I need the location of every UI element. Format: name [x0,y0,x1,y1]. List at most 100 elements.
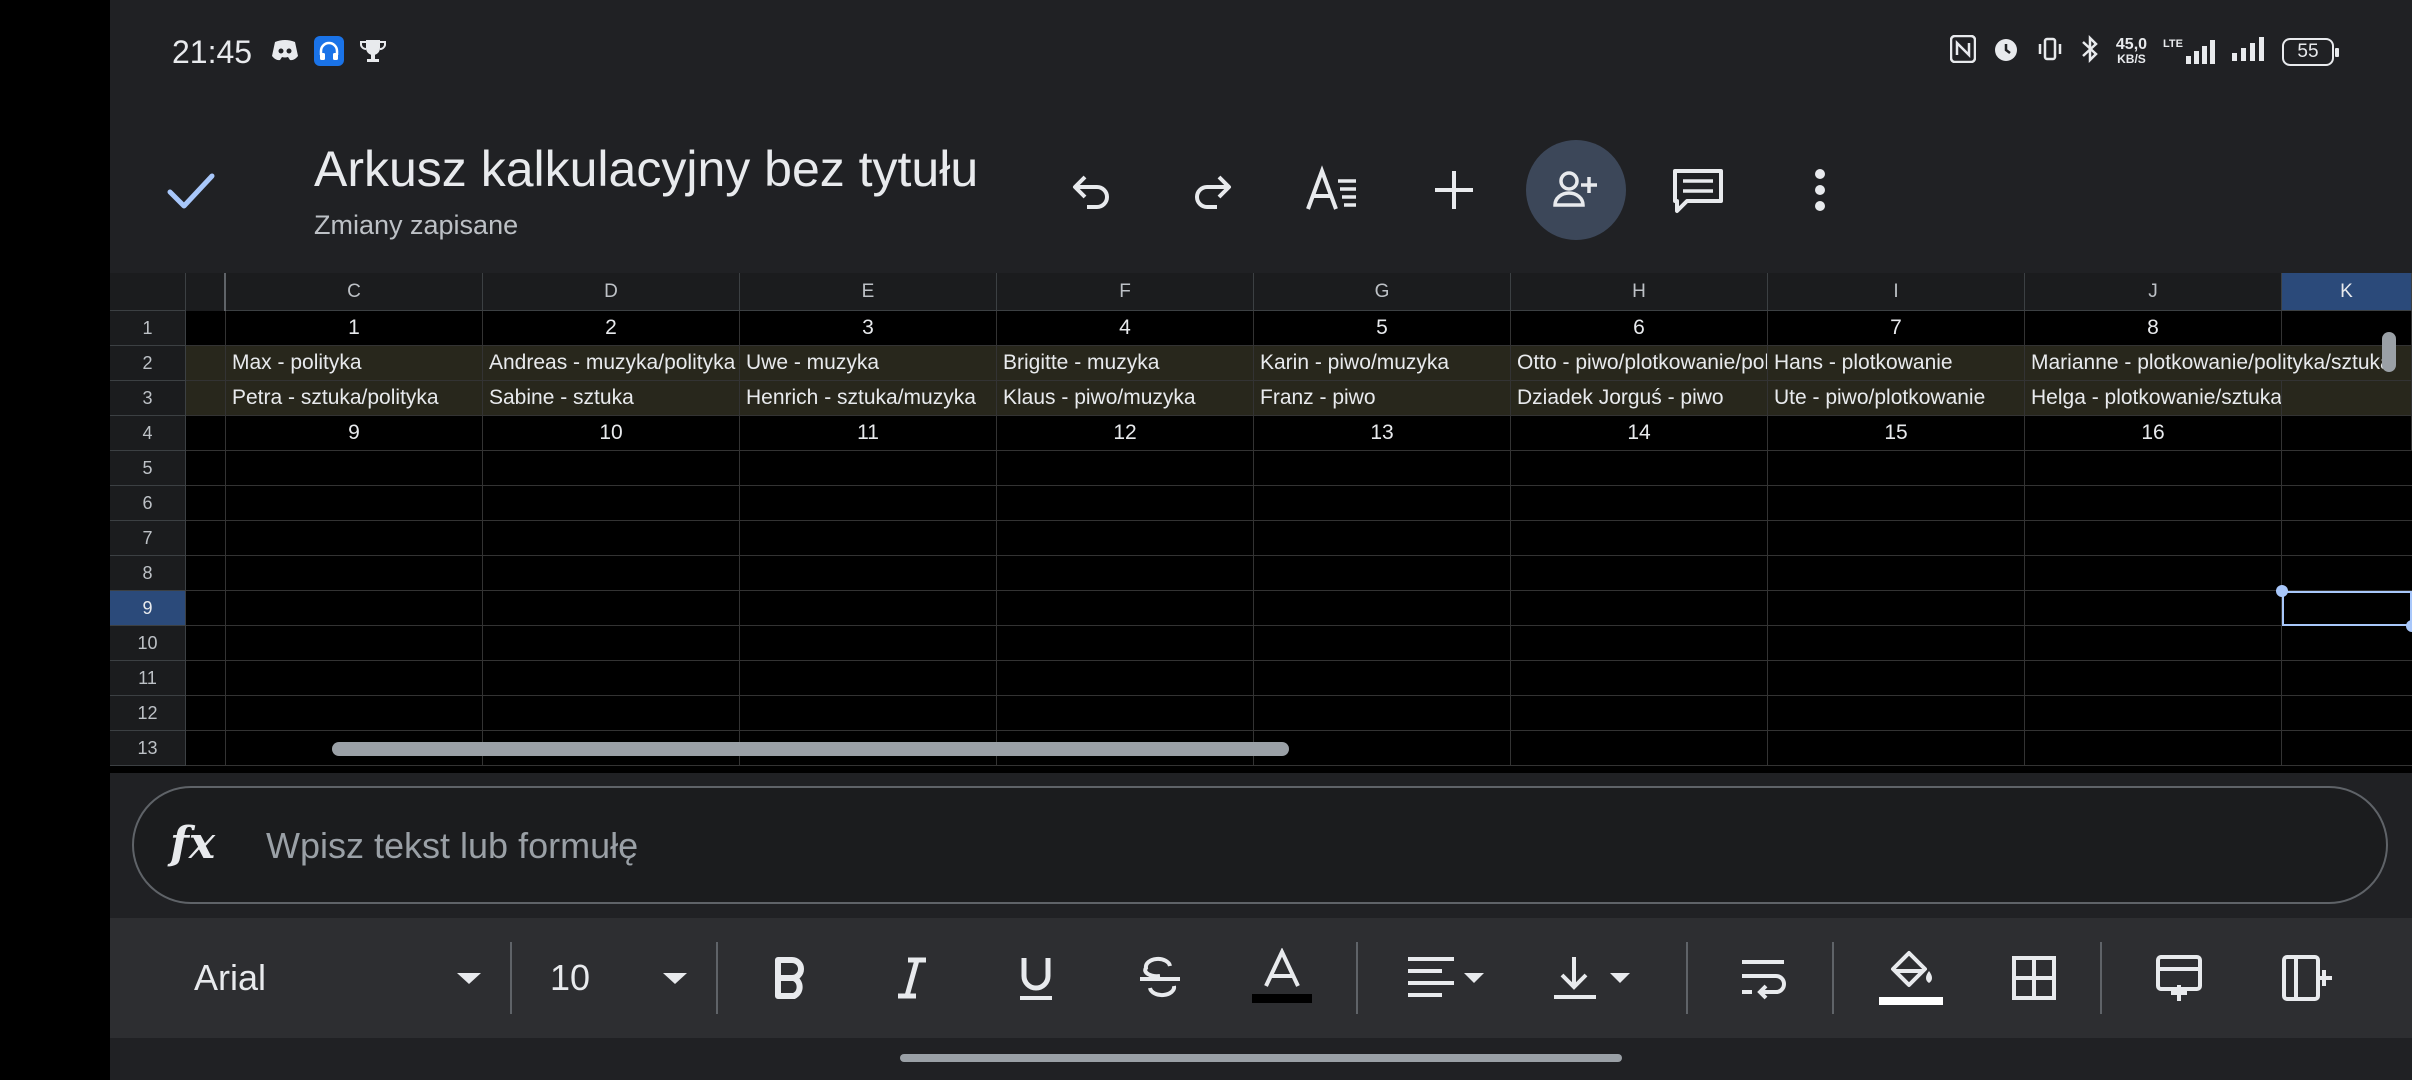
empty-cell[interactable] [1511,626,1768,660]
cell-g4[interactable]: 13 [1254,416,1511,450]
empty-cell[interactable] [1254,556,1511,590]
empty-cell[interactable] [2025,626,2282,660]
formula-input[interactable] [264,818,2318,874]
row-header-12[interactable]: 12 [110,696,186,731]
empty-cell[interactable] [1254,451,1511,485]
cell-c2[interactable]: Max - polityka [226,346,483,380]
empty-cell[interactable] [483,591,740,625]
empty-cell[interactable] [997,696,1254,730]
empty-cell[interactable] [2025,556,2282,590]
empty-cell[interactable] [740,661,997,695]
column-header-h[interactable]: H [1511,273,1768,311]
frozen-cell[interactable] [186,591,226,625]
cell-c1[interactable]: 1 [226,311,483,345]
empty-cell[interactable] [1511,731,1768,765]
row-header-2[interactable]: 2 [110,346,186,381]
redo-button[interactable] [1162,140,1262,240]
empty-cell[interactable] [997,626,1254,660]
empty-cell[interactable] [2025,731,2282,765]
table-row-5[interactable] [186,451,2412,486]
merge-cells-button[interactable] [2134,938,2224,1018]
empty-cell[interactable] [1511,696,1768,730]
insert-button[interactable] [1404,140,1504,240]
empty-cell[interactable] [226,556,483,590]
share-button[interactable] [1526,140,1626,240]
selection-handle-top-left[interactable] [2276,585,2288,597]
frozen-cell[interactable] [186,451,226,485]
cell-e2[interactable]: Uwe - muzyka [740,346,997,380]
empty-cell[interactable] [740,521,997,555]
underline-button[interactable] [996,938,1076,1018]
borders-button[interactable] [1994,938,2074,1018]
row-header-13[interactable]: 13 [110,731,186,766]
empty-cell[interactable] [226,521,483,555]
frozen-column-divider[interactable] [186,273,226,311]
empty-cell[interactable] [1511,556,1768,590]
column-header-c[interactable]: C [226,273,483,311]
empty-cell[interactable] [1768,451,2025,485]
cell-e3[interactable]: Henrich - sztuka/muzyka [740,381,997,415]
column-header-k[interactable]: K [2282,273,2412,311]
empty-cell[interactable] [1768,696,2025,730]
cell-i2[interactable]: Hans - plotkowanie [1768,346,2025,380]
frozen-cell[interactable] [186,381,226,415]
cell-i3[interactable]: Ute - piwo/plotkowanie [1768,381,2025,415]
row-header-1[interactable]: 1 [110,311,186,346]
document-title[interactable]: Arkusz kalkulacyjny bez tytułu [314,140,978,198]
cell-k4[interactable] [2282,416,2412,450]
empty-cell[interactable] [740,591,997,625]
insert-column-button[interactable] [2262,938,2352,1018]
cell-j4[interactable]: 16 [2025,416,2282,450]
frozen-cell[interactable] [186,626,226,660]
frozen-cell[interactable] [186,416,226,450]
table-row-10[interactable] [186,626,2412,661]
column-header-g[interactable]: G [1254,273,1511,311]
undo-button[interactable] [1042,140,1142,240]
cell-d4[interactable]: 10 [483,416,740,450]
empty-cell[interactable] [1511,661,1768,695]
cell-e1[interactable]: 3 [740,311,997,345]
cell-h2[interactable]: Otto - piwo/plotkowanie/polityka [1511,346,1768,380]
empty-cell[interactable] [2025,696,2282,730]
cell-k3[interactable] [2282,381,2412,415]
empty-cell[interactable] [483,451,740,485]
row-header-8[interactable]: 8 [110,556,186,591]
empty-cell[interactable] [1768,521,2025,555]
empty-cell[interactable] [226,591,483,625]
empty-cell[interactable] [2025,591,2282,625]
empty-cell[interactable] [226,626,483,660]
frozen-cell[interactable] [186,311,226,345]
empty-cell[interactable] [2025,486,2282,520]
empty-cell[interactable] [226,661,483,695]
cell-c3[interactable]: Petra - sztuka/polityka [226,381,483,415]
table-row-9[interactable] [186,591,2412,626]
empty-cell[interactable] [483,661,740,695]
text-format-button[interactable] [1282,140,1382,240]
row-header-6[interactable]: 6 [110,486,186,521]
empty-cell[interactable] [1254,696,1511,730]
column-header-e[interactable]: E [740,273,997,311]
text-color-button[interactable] [1242,938,1322,1018]
strikethrough-button[interactable] [1120,938,1200,1018]
empty-cell[interactable] [997,591,1254,625]
selected-cell-k9[interactable] [2282,591,2412,626]
horizontal-scrollbar[interactable] [332,742,1289,756]
empty-cell[interactable] [1768,661,2025,695]
row-header-9[interactable]: 9 [110,591,186,626]
empty-cell[interactable] [1254,731,1511,765]
empty-cell[interactable] [997,521,1254,555]
empty-cell[interactable] [1511,591,1768,625]
cell-g3[interactable]: Franz - piwo [1254,381,1511,415]
cell-d2[interactable]: Andreas - muzyka/polityka [483,346,740,380]
cell-f3[interactable]: Klaus - piwo/muzyka [997,381,1254,415]
empty-cell[interactable] [483,556,740,590]
row-header-7[interactable]: 7 [110,521,186,556]
empty-cell[interactable] [226,696,483,730]
cell-c4[interactable]: 9 [226,416,483,450]
empty-cell[interactable] [1511,451,1768,485]
empty-cell[interactable] [483,696,740,730]
cell-i1[interactable]: 7 [1768,311,2025,345]
spreadsheet-grid[interactable]: C D E F G H I J K 1 2 3 4 5 6 7 8 9 10 1… [110,273,2412,773]
table-row-8[interactable] [186,556,2412,591]
empty-cell[interactable] [1768,731,2025,765]
